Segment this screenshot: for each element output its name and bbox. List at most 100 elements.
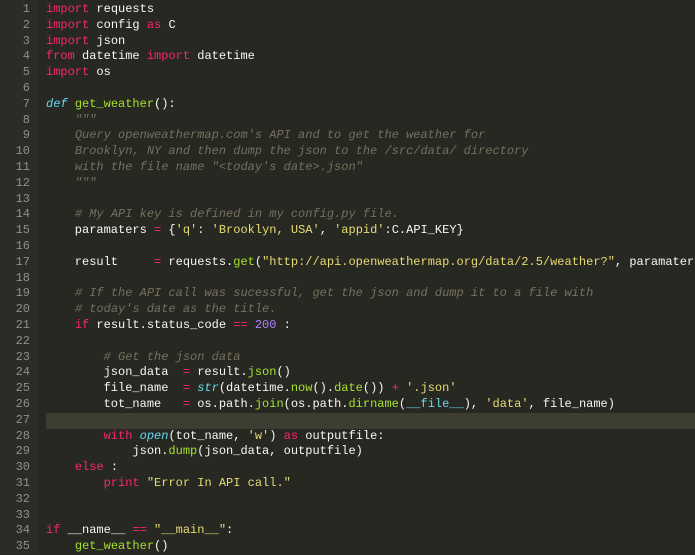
line-number: 33 — [12, 508, 30, 524]
token-txt: : — [226, 523, 233, 537]
token-txt: C — [168, 18, 175, 32]
code-line[interactable]: if __name__ == "__main__": — [46, 523, 695, 539]
token-txt: tot_name — [46, 397, 183, 411]
code-line[interactable]: json.dump(json_data, outputfile) — [46, 444, 695, 460]
code-line[interactable] — [46, 334, 695, 350]
token-txt: : — [104, 460, 118, 474]
token-op: = — [183, 381, 190, 395]
line-number: 6 — [12, 81, 30, 97]
token-txt: ()) — [363, 381, 392, 395]
token-txt: ) — [269, 429, 283, 443]
line-number: 15 — [12, 223, 30, 239]
code-line[interactable]: """ — [46, 113, 695, 129]
token-txt: (). — [312, 381, 334, 395]
token-txt — [46, 318, 75, 332]
token-txt: datetime — [197, 49, 255, 63]
code-line[interactable] — [46, 239, 695, 255]
token-txt: paramaters — [46, 223, 154, 237]
code-line[interactable] — [46, 413, 695, 429]
code-line[interactable]: print "Error In API call." — [46, 476, 695, 492]
line-number: 19 — [12, 286, 30, 302]
code-line[interactable]: if result.status_code == 200 : — [46, 318, 695, 334]
token-txt — [46, 286, 75, 300]
code-line[interactable]: import os — [46, 65, 695, 81]
code-line[interactable]: """ — [46, 176, 695, 192]
line-number: 27 — [12, 413, 30, 429]
code-line[interactable]: result = requests.get("http://api.openwe… — [46, 255, 695, 271]
line-number: 16 — [12, 239, 30, 255]
code-line[interactable]: tot_name = os.path.join(os.path.dirname(… — [46, 397, 695, 413]
code-line[interactable]: # If the API call was sucessful, get the… — [46, 286, 695, 302]
token-op: = — [183, 365, 190, 379]
line-number: 10 — [12, 144, 30, 160]
line-number: 34 — [12, 523, 30, 539]
code-line[interactable]: paramaters = {'q': 'Brooklyn, USA', 'app… — [46, 223, 695, 239]
token-txt — [46, 429, 104, 443]
line-number: 17 — [12, 255, 30, 271]
token-txt: (os.path. — [284, 397, 349, 411]
line-number: 12 — [12, 176, 30, 192]
code-line[interactable]: def get_weather(): — [46, 97, 695, 113]
token-kw: import — [46, 65, 89, 79]
code-line[interactable] — [46, 192, 695, 208]
code-line[interactable]: json_data = result.json() — [46, 365, 695, 381]
token-txt — [147, 523, 154, 537]
token-txt — [140, 476, 147, 490]
code-line[interactable]: with the file name "<today's date>.json" — [46, 160, 695, 176]
token-txt: ( — [255, 255, 262, 269]
code-line[interactable]: else : — [46, 460, 695, 476]
code-line[interactable]: Query openweathermap.com's API and to ge… — [46, 128, 695, 144]
token-kw: with — [104, 429, 133, 443]
token-cls: str — [197, 381, 219, 395]
token-fn: dirname — [348, 397, 398, 411]
token-txt: , — [320, 223, 334, 237]
code-area[interactable]: import requestsimport config as Cimport … — [38, 0, 695, 554]
token-txt: file_name — [46, 381, 183, 395]
code-line[interactable] — [46, 508, 695, 524]
code-line[interactable]: from datetime import datetime — [46, 49, 695, 65]
code-line[interactable]: # today's date as the title. — [46, 302, 695, 318]
line-number: 13 — [12, 192, 30, 208]
token-txt: json_data — [46, 365, 183, 379]
token-kw: import — [46, 34, 89, 48]
code-line[interactable]: Brooklyn, NY and then dump the json to t… — [46, 144, 695, 160]
code-line[interactable] — [46, 271, 695, 287]
code-line[interactable]: # My API key is defined in my config.py … — [46, 207, 695, 223]
code-line[interactable]: with open(tot_name, 'w') as outputfile: — [46, 429, 695, 445]
code-line[interactable]: import json — [46, 34, 695, 50]
token-kw: import — [46, 2, 89, 16]
line-number: 8 — [12, 113, 30, 129]
token-com: # Get the json data — [104, 350, 241, 364]
code-line[interactable] — [46, 492, 695, 508]
code-line[interactable]: get_weather() — [46, 539, 695, 555]
token-kw: if — [75, 318, 89, 332]
token-str: 'w' — [248, 429, 270, 443]
token-fn: get_weather — [75, 97, 154, 111]
token-txt — [46, 476, 104, 490]
token-op: + — [392, 381, 399, 395]
line-number: 22 — [12, 334, 30, 350]
token-txt — [46, 128, 75, 142]
line-number: 26 — [12, 397, 30, 413]
token-txt: result. — [190, 365, 248, 379]
token-txt — [46, 350, 104, 364]
line-number: 20 — [12, 302, 30, 318]
token-kw: print — [104, 476, 140, 490]
code-line[interactable]: import config as C — [46, 18, 695, 34]
token-txt: outputfile: — [298, 429, 384, 443]
token-str: "http://api.openweathermap.org/data/2.5/… — [262, 255, 615, 269]
code-line[interactable]: file_name = str(datetime.now().date()) +… — [46, 381, 695, 397]
token-txt: , paramaters) — [615, 255, 695, 269]
token-txt: json — [96, 34, 125, 48]
token-txt: (datetime. — [219, 381, 291, 395]
token-str: 'appid' — [334, 223, 384, 237]
token-txt: :C.API_KEY} — [385, 223, 464, 237]
code-line[interactable]: # Get the json data — [46, 350, 695, 366]
code-line[interactable] — [46, 81, 695, 97]
token-str: 'Brooklyn, USA' — [212, 223, 320, 237]
line-number: 35 — [12, 539, 30, 555]
token-kw: from — [46, 49, 75, 63]
token-com: Query openweathermap.com's API and to ge… — [75, 128, 485, 142]
token-txt: () — [154, 539, 168, 553]
code-line[interactable]: import requests — [46, 2, 695, 18]
